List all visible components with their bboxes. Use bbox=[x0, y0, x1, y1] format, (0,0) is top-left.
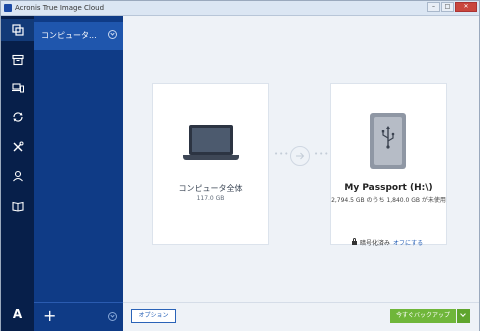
acronis-logo: A bbox=[12, 307, 23, 321]
rail-item-archive[interactable] bbox=[1, 49, 34, 71]
help-book-icon bbox=[11, 201, 24, 212]
backup-now-button[interactable]: 今すぐバックアップ bbox=[390, 309, 456, 323]
sync-icon bbox=[12, 112, 23, 122]
encryption-label: 暗号化済み bbox=[360, 240, 391, 247]
destination-card[interactable]: My Passport (H:\) 2,794.5 GB のうち 1,840.0… bbox=[330, 83, 447, 245]
destination-size: 2,794.5 GB のうち 1,840.0 GB が未使用 bbox=[331, 197, 446, 204]
backup-list-item[interactable]: コンピュータ... bbox=[34, 22, 123, 50]
account-icon bbox=[12, 170, 23, 182]
destination-title: My Passport (H:\) bbox=[344, 183, 433, 193]
rail-item-account[interactable] bbox=[1, 165, 34, 187]
backup-list-panel: コンピュータ... + bbox=[34, 16, 123, 331]
lock-icon bbox=[352, 238, 357, 245]
main-content: コンピュータ全体 117.0 GB ••• ••• My Passport (H… bbox=[123, 16, 479, 331]
encryption-status: 暗号化済み オフにする bbox=[352, 238, 423, 247]
app-icon bbox=[4, 4, 12, 12]
rail-item-tools[interactable] bbox=[1, 136, 34, 158]
app-window: Acronis True Image Cloud – □ ✕ A コンピュータ.… bbox=[0, 0, 480, 331]
chevron-down-icon[interactable] bbox=[108, 30, 117, 39]
nav-rail: A bbox=[1, 16, 34, 331]
source-card[interactable]: コンピュータ全体 117.0 GB bbox=[152, 83, 269, 245]
backup-list-footer: + bbox=[34, 302, 123, 331]
rail-item-backup[interactable] bbox=[1, 19, 34, 41]
connector-dots-left: ••• bbox=[274, 150, 290, 158]
backup-options-dropdown[interactable] bbox=[457, 309, 470, 323]
laptop-icon bbox=[183, 125, 239, 161]
arrow-right-icon bbox=[290, 146, 310, 166]
source-title: コンピュータ全体 bbox=[178, 184, 243, 193]
usb-icon bbox=[381, 126, 395, 149]
window-controls: – □ ✕ bbox=[427, 2, 477, 12]
devices-icon bbox=[11, 83, 24, 93]
window-title: Acronis True Image Cloud bbox=[15, 4, 105, 12]
source-size: 117.0 GB bbox=[196, 195, 225, 202]
rail-item-devices[interactable] bbox=[1, 77, 34, 99]
options-button[interactable]: オプション bbox=[131, 309, 176, 323]
chevron-down-icon[interactable] bbox=[108, 312, 117, 321]
tools-icon bbox=[13, 141, 23, 152]
close-button[interactable]: ✕ bbox=[455, 2, 477, 12]
rail-item-help[interactable] bbox=[1, 195, 34, 217]
encryption-off-link[interactable]: オフにする bbox=[393, 240, 423, 247]
minimize-button[interactable]: – bbox=[427, 2, 440, 12]
maximize-button[interactable]: □ bbox=[441, 2, 454, 12]
bottom-toolbar: オプション 今すぐバックアップ bbox=[123, 302, 479, 331]
rail-logo: A bbox=[1, 303, 34, 325]
archive-icon bbox=[11, 54, 24, 66]
backup-icon bbox=[11, 24, 24, 36]
title-bar: Acronis True Image Cloud – □ ✕ bbox=[1, 1, 479, 16]
add-backup-button[interactable]: + bbox=[43, 308, 56, 324]
external-drive-icon bbox=[370, 113, 406, 169]
rail-item-sync[interactable] bbox=[1, 106, 34, 128]
connector-dots-right: ••• bbox=[314, 150, 330, 158]
backup-item-label: コンピュータ... bbox=[41, 31, 97, 40]
